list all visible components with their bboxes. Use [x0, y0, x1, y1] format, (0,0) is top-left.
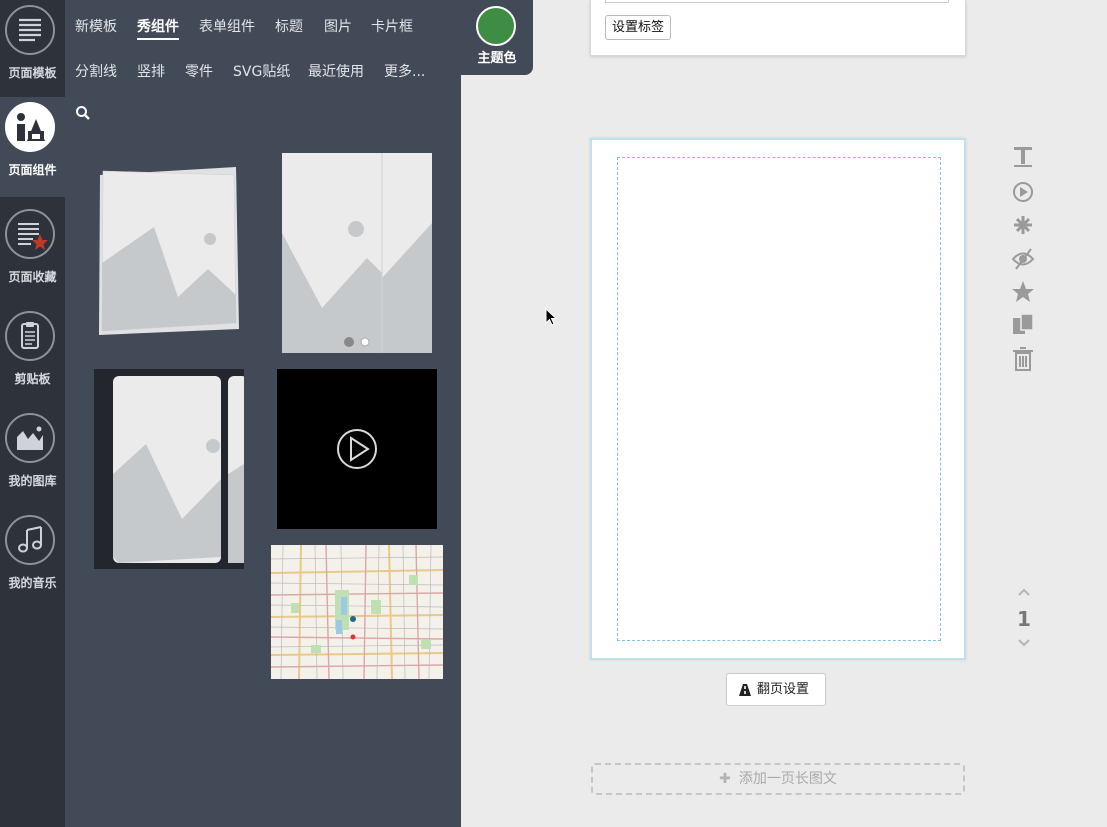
left-rail: 页面模板 页面组件 页面收藏 剪贴板 我的图库 我的音乐: [0, 0, 65, 827]
mouse-cursor-icon: [545, 308, 557, 326]
rail-label: 我的图库: [8, 474, 57, 488]
plus-icon: ✚: [719, 771, 731, 787]
rail-item-music[interactable]: 我的音乐: [0, 510, 65, 610]
hide-icon[interactable]: [1008, 245, 1040, 273]
chevron-down-icon[interactable]: [1017, 638, 1031, 648]
page-number: 1: [1017, 607, 1031, 631]
content-area[interactable]: [617, 157, 941, 641]
tab-parts[interactable]: 零件: [185, 61, 213, 81]
carousel-component[interactable]: [94, 369, 244, 569]
add-long-page-label: 添加一页长图文: [738, 771, 837, 787]
video-component[interactable]: [277, 369, 437, 529]
tab-dividers[interactable]: 分割线: [75, 61, 117, 81]
tab-show-components[interactable]: 秀组件: [137, 16, 179, 40]
rail-label: 页面组件: [8, 163, 57, 177]
label-settings-card: 设置标签: [590, 0, 966, 56]
copy-icon[interactable]: [1008, 311, 1040, 339]
delete-icon[interactable]: [1008, 345, 1040, 373]
add-long-page-button[interactable]: ✚ 添加一页长图文: [591, 763, 965, 795]
swipe-gallery-component[interactable]: [282, 153, 432, 353]
flip-settings-button[interactable]: 翻页设置: [726, 673, 826, 706]
tab-vertical[interactable]: 竖排: [137, 61, 165, 81]
theme-color-label: 主题色: [477, 51, 517, 66]
label-input[interactable]: [605, 0, 949, 3]
clipboard-icon: [5, 311, 55, 361]
search-icon[interactable]: [75, 105, 91, 121]
tab-card-frames[interactable]: 卡片框: [371, 16, 413, 36]
tab-titles[interactable]: 标题: [275, 16, 303, 36]
page-canvas[interactable]: [590, 138, 966, 660]
set-label-button[interactable]: 设置标签: [605, 15, 672, 40]
favorites-icon: [5, 209, 55, 259]
tab-new-templates[interactable]: 新模板: [75, 16, 117, 36]
tab-more[interactable]: 更多...: [384, 61, 425, 81]
theme-color-swatch[interactable]: [476, 6, 516, 46]
chevron-up-icon[interactable]: [1017, 587, 1031, 597]
rail-item-clipboard[interactable]: 剪贴板: [0, 306, 65, 406]
rail-item-templates[interactable]: 页面模板: [0, 0, 65, 100]
music-icon: [5, 515, 55, 565]
rail-label: 我的音乐: [8, 576, 57, 590]
rail-item-components[interactable]: 页面组件: [0, 97, 65, 197]
theme-color-tab[interactable]: 主题色: [461, 0, 533, 75]
rail-label: 页面收藏: [8, 270, 57, 284]
components-icon: [5, 102, 55, 152]
component-panel: 新模板 秀组件 表单组件 标题 图片 卡片框 分割线 竖排 零件 SVG贴纸 最…: [65, 0, 461, 827]
tab-recent[interactable]: 最近使用: [308, 61, 364, 81]
stacked-images-component[interactable]: [98, 165, 240, 340]
rail-item-favorites[interactable]: 页面收藏: [0, 204, 65, 304]
star-icon[interactable]: [1008, 278, 1040, 306]
map-component[interactable]: [271, 545, 443, 679]
rail-label: 剪贴板: [14, 372, 51, 386]
road-icon: [739, 684, 751, 696]
effect-icon[interactable]: [1008, 211, 1040, 239]
rail-label: 页面模板: [8, 66, 57, 80]
tab-form-components[interactable]: 表单组件: [199, 16, 255, 36]
tab-svg-stickers[interactable]: SVG贴纸: [233, 61, 290, 81]
gallery-icon: [5, 413, 55, 463]
tab-images[interactable]: 图片: [324, 16, 352, 36]
flip-settings-label: 翻页设置: [757, 682, 810, 697]
text-icon[interactable]: [1008, 143, 1040, 171]
play-icon[interactable]: [1008, 178, 1040, 206]
list-icon: [5, 5, 55, 55]
rail-item-gallery[interactable]: 我的图库: [0, 408, 65, 508]
